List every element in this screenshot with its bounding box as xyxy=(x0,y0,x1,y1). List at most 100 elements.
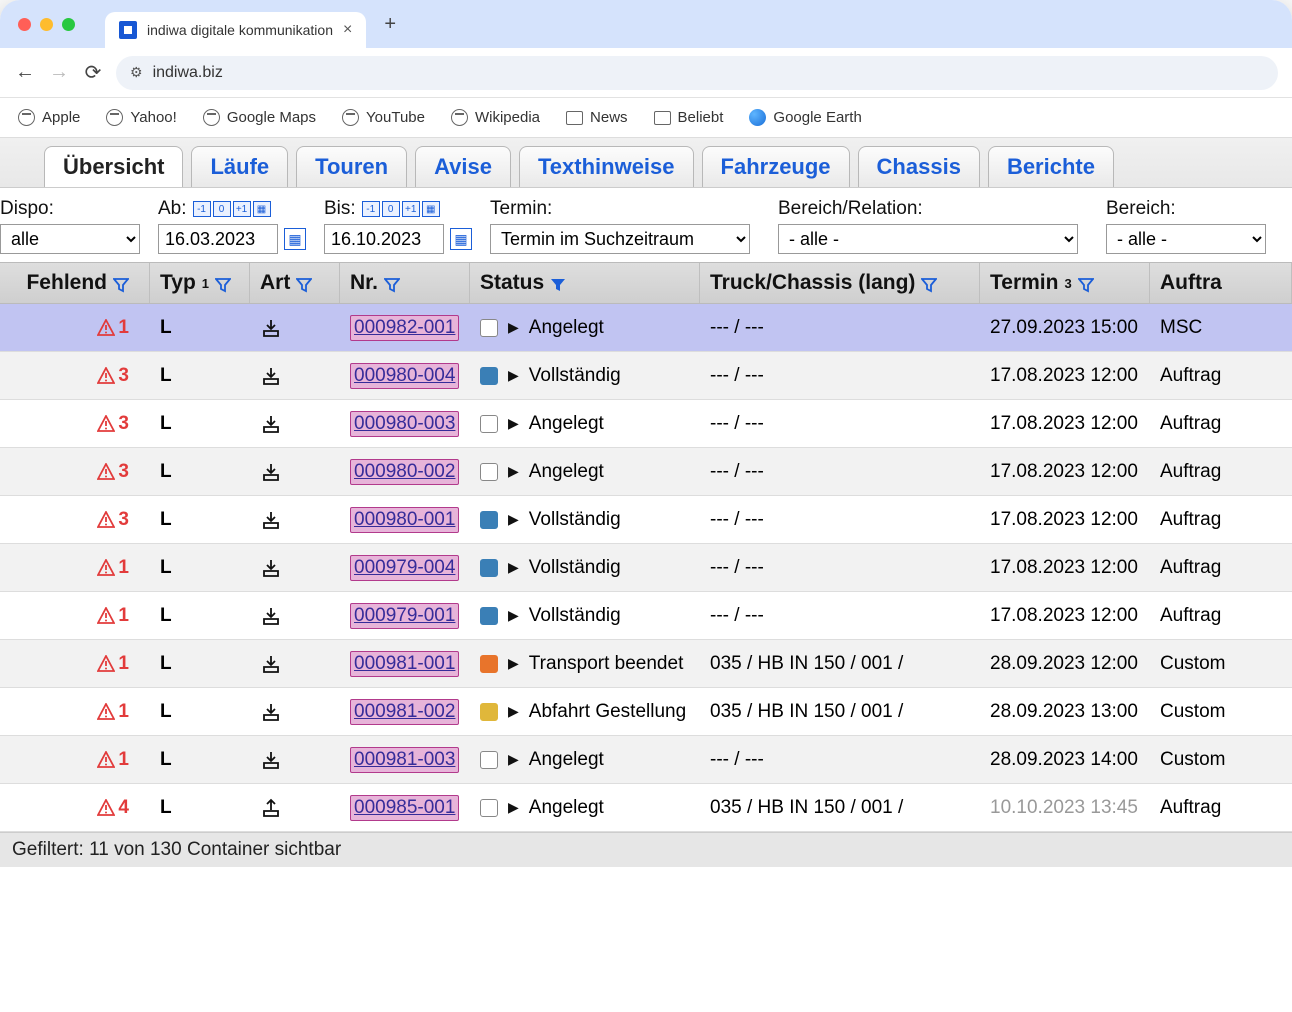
window-minimize-button[interactable] xyxy=(40,18,53,31)
filter-icon[interactable] xyxy=(384,275,400,291)
col-status[interactable]: Status xyxy=(470,263,700,303)
close-tab-icon[interactable]: × xyxy=(343,21,352,39)
app-tab-übersicht[interactable]: Übersicht xyxy=(44,146,183,187)
play-icon[interactable]: ▶ xyxy=(508,463,519,480)
app-tab-avise[interactable]: Avise xyxy=(415,146,511,187)
bookmark-item[interactable]: YouTube xyxy=(342,109,425,126)
back-button[interactable]: ← xyxy=(14,62,36,84)
col-art[interactable]: Art xyxy=(250,263,340,303)
table-row[interactable]: 3 L 000980-001 ▶ Vollständig --- / --- 1… xyxy=(0,496,1292,544)
nr-link[interactable]: 000981-002 xyxy=(350,699,459,725)
bookmark-item[interactable]: Google Earth xyxy=(749,109,861,126)
url-input[interactable]: ⚙ indiwa.biz xyxy=(116,56,1278,90)
bookmark-item[interactable]: News xyxy=(566,109,628,126)
cell-termin: 17.08.2023 12:00 xyxy=(980,461,1150,483)
app-tab-läufe[interactable]: Läufe xyxy=(191,146,288,187)
bookmark-item[interactable]: Beliebt xyxy=(654,109,724,126)
bookmark-item[interactable]: Yahoo! xyxy=(106,109,176,126)
table-row[interactable]: 1 L 000981-001 ▶ Transport beendet 035 /… xyxy=(0,640,1292,688)
filter-icon[interactable] xyxy=(113,275,129,291)
bereich-select[interactable]: - alle - xyxy=(1106,224,1266,254)
ab-date-input[interactable] xyxy=(158,224,278,254)
app-tab-chassis[interactable]: Chassis xyxy=(858,146,980,187)
bereich-relation-select[interactable]: - alle - xyxy=(778,224,1078,254)
col-termin[interactable]: Termin3 xyxy=(980,263,1150,303)
app-tab-fahrzeuge[interactable]: Fahrzeuge xyxy=(702,146,850,187)
filter-icon[interactable] xyxy=(1078,275,1094,291)
date-shift-button[interactable]: +1 xyxy=(233,201,251,217)
nr-link[interactable]: 000980-004 xyxy=(350,363,459,389)
grid-header: Fehlend Typ1 Art Nr. Status Truck/Chassi… xyxy=(0,262,1292,304)
nr-link[interactable]: 000980-003 xyxy=(350,411,459,437)
app-tab-texthinweise[interactable]: Texthinweise xyxy=(519,146,694,187)
play-icon[interactable]: ▶ xyxy=(508,415,519,432)
nr-link[interactable]: 000985-001 xyxy=(350,795,459,821)
col-truck-chassis[interactable]: Truck/Chassis (lang) xyxy=(700,263,980,303)
table-row[interactable]: 1 L 000981-003 ▶ Angelegt --- / --- 28.0… xyxy=(0,736,1292,784)
bookmark-item[interactable]: Wikipedia xyxy=(451,109,540,126)
play-icon[interactable]: ▶ xyxy=(508,799,519,816)
table-row[interactable]: 1 L 000979-004 ▶ Vollständig --- / --- 1… xyxy=(0,544,1292,592)
nr-link[interactable]: 000980-002 xyxy=(350,459,459,485)
app-tab-touren[interactable]: Touren xyxy=(296,146,407,187)
col-nr[interactable]: Nr. xyxy=(340,263,470,303)
table-row[interactable]: 3 L 000980-004 ▶ Vollständig --- / --- 1… xyxy=(0,352,1292,400)
nr-link[interactable]: 000980-001 xyxy=(350,507,459,533)
play-icon[interactable]: ▶ xyxy=(508,511,519,528)
nr-link[interactable]: 000979-004 xyxy=(350,555,459,581)
nr-link[interactable]: 000981-003 xyxy=(350,747,459,773)
filter-icon[interactable] xyxy=(215,275,231,291)
forward-button[interactable]: → xyxy=(48,62,70,84)
table-row[interactable]: 4 L 000985-001 ▶ Angelegt 035 / HB IN 15… xyxy=(0,784,1292,832)
table-row[interactable]: 1 L 000981-002 ▶ Abfahrt Gestellung 035 … xyxy=(0,688,1292,736)
date-shift-button[interactable]: -1 xyxy=(193,201,211,217)
site-settings-icon[interactable]: ⚙ xyxy=(130,64,143,81)
col-auftrag[interactable]: Auftra xyxy=(1150,263,1292,303)
browser-tab[interactable]: indiwa digitale kommunikation × xyxy=(105,12,366,48)
filter-icon[interactable] xyxy=(921,275,937,291)
play-icon[interactable]: ▶ xyxy=(508,559,519,576)
calendar-icon[interactable] xyxy=(450,228,472,250)
date-shift-button[interactable]: ▦ xyxy=(253,201,271,217)
table-row[interactable]: 3 L 000980-003 ▶ Angelegt --- / --- 17.0… xyxy=(0,400,1292,448)
date-shift-button[interactable]: 0 xyxy=(382,201,400,217)
play-icon[interactable]: ▶ xyxy=(508,703,519,720)
play-icon[interactable]: ▶ xyxy=(508,607,519,624)
status-color-icon xyxy=(480,607,498,625)
play-icon[interactable]: ▶ xyxy=(508,751,519,768)
date-shift-button[interactable]: +1 xyxy=(402,201,420,217)
new-tab-button[interactable]: + xyxy=(384,13,396,36)
col-fehlend[interactable]: Fehlend xyxy=(0,263,150,303)
bis-date-input[interactable] xyxy=(324,224,444,254)
table-row[interactable]: 3 L 000980-002 ▶ Angelegt --- / --- 17.0… xyxy=(0,448,1292,496)
date-shift-button[interactable]: ▦ xyxy=(422,201,440,217)
termin-select[interactable]: Termin im Suchzeitraum xyxy=(490,224,750,254)
bookmark-icon xyxy=(18,109,35,126)
filter-icon-active[interactable] xyxy=(550,275,566,291)
nr-link[interactable]: 000981-001 xyxy=(350,651,459,677)
nr-link[interactable]: 000982-001 xyxy=(350,315,459,341)
filter-icon[interactable] xyxy=(296,275,312,291)
table-row[interactable]: 1 L 000979-001 ▶ Vollständig --- / --- 1… xyxy=(0,592,1292,640)
cell-termin: 10.10.2023 13:45 xyxy=(980,797,1150,819)
nr-link[interactable]: 000979-001 xyxy=(350,603,459,629)
window-close-button[interactable] xyxy=(18,18,31,31)
bookmark-icon xyxy=(451,109,468,126)
reload-button[interactable]: ⟳ xyxy=(82,62,104,84)
status-color-icon xyxy=(480,319,498,337)
table-row[interactable]: 1 L 000982-001 ▶ Angelegt --- / --- 27.0… xyxy=(0,304,1292,352)
calendar-icon[interactable] xyxy=(284,228,306,250)
col-typ[interactable]: Typ1 xyxy=(150,263,250,303)
cell-termin: 27.09.2023 15:00 xyxy=(980,317,1150,339)
bookmark-item[interactable]: Apple xyxy=(18,109,80,126)
play-icon[interactable]: ▶ xyxy=(508,319,519,336)
dispo-select[interactable]: alle xyxy=(0,224,140,254)
play-icon[interactable]: ▶ xyxy=(508,367,519,384)
date-shift-button[interactable]: 0 xyxy=(213,201,231,217)
date-shift-button[interactable]: -1 xyxy=(362,201,380,217)
cell-typ: L xyxy=(150,605,250,627)
window-maximize-button[interactable] xyxy=(62,18,75,31)
play-icon[interactable]: ▶ xyxy=(508,655,519,672)
app-tab-berichte[interactable]: Berichte xyxy=(988,146,1114,187)
bookmark-item[interactable]: Google Maps xyxy=(203,109,316,126)
